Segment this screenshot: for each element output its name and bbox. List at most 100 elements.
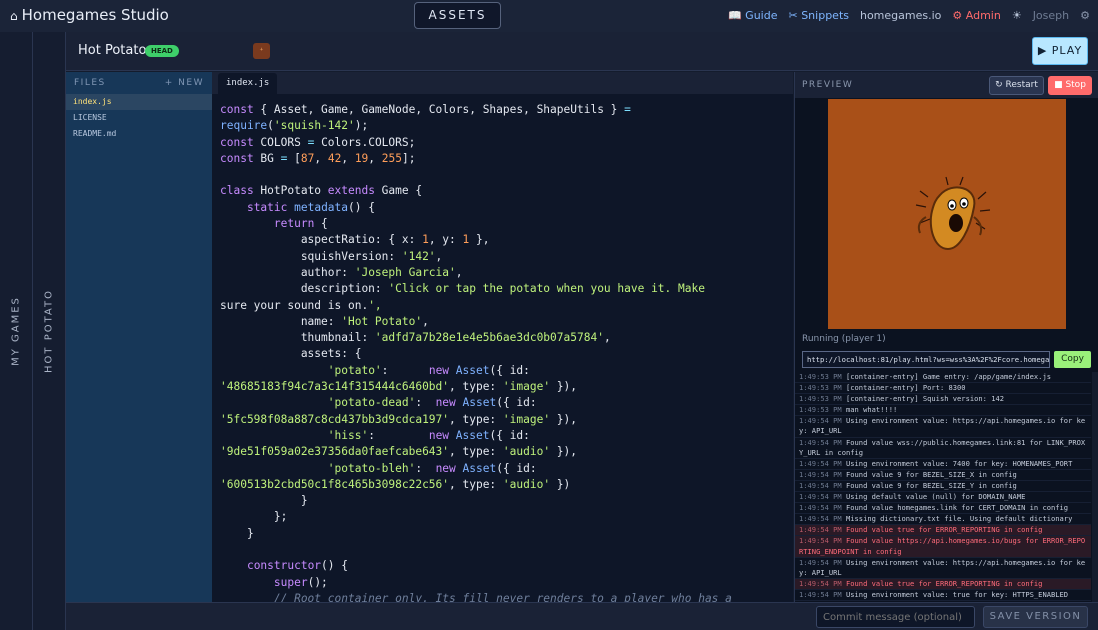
top-bar: ⌂ Homegames Studio ASSETS 📖 Guide ✂ Snipp… xyxy=(0,0,1098,32)
preview-header: PREVIEW ↻ Restart ■ Stop xyxy=(795,72,1098,98)
log-timestamp: 1:49:54 PM xyxy=(799,503,842,513)
editor-tabs: index.js xyxy=(212,72,793,94)
log-message: Found value true for ERROR_REPORTING in … xyxy=(841,578,1043,588)
game-header: Hot Potato HEAD ⁺ ▶ PLAY xyxy=(66,32,1098,71)
console-log[interactable]: 1:49:53 PM [container-entry] Game entry:… xyxy=(795,372,1091,602)
preview-title: PREVIEW xyxy=(802,80,854,90)
log-message: Found value 9 for BEZEL_SIZE_Y in config xyxy=(841,480,1017,490)
files-panel: FILES + NEW index.js LICENSE README.md xyxy=(66,72,212,602)
save-version-button[interactable]: SAVE VERSION xyxy=(983,606,1088,628)
log-row: 1:49:54 PM Found value true for ERROR_RE… xyxy=(795,578,1091,590)
log-row: 1:49:54 PM Missing dictionary.txt file. … xyxy=(795,514,1091,526)
log-timestamp: 1:49:53 PM xyxy=(799,394,842,404)
log-message: Found value wss://public.homegames.link:… xyxy=(799,437,1086,457)
game-title: Hot Potato xyxy=(78,43,147,58)
log-row: 1:49:54 PM Found value true for ERROR_RE… xyxy=(795,525,1091,537)
my-games-label: MY GAMES xyxy=(10,296,22,366)
home-icon: ⌂ xyxy=(10,9,18,23)
log-timestamp: 1:49:54 PM xyxy=(799,437,842,447)
file-item-readme[interactable]: README.md xyxy=(66,126,212,142)
my-games-tab[interactable]: MY GAMES xyxy=(0,32,33,630)
log-timestamp: 1:49:54 PM xyxy=(799,536,842,546)
log-message: Using environment value: 7400 for key: H… xyxy=(841,458,1073,468)
current-game-tab[interactable]: HOT POTATO xyxy=(33,32,66,630)
code-editor[interactable]: const { Asset, Game, GameNode, Colors, S… xyxy=(212,94,793,602)
snippets-link[interactable]: ✂ Snippets xyxy=(788,9,849,22)
potato-sprite[interactable] xyxy=(828,99,1066,329)
log-timestamp: 1:49:53 PM xyxy=(799,405,842,415)
assets-button[interactable]: ASSETS xyxy=(414,2,501,29)
log-message: Using default value (null) for DOMAIN_NA… xyxy=(841,492,1026,502)
log-timestamp: 1:49:53 PM xyxy=(799,372,842,381)
log-row: 1:49:54 PM Using environment value: 7400… xyxy=(795,459,1091,470)
log-timestamp: 1:49:54 PM xyxy=(799,458,842,468)
guide-link[interactable]: 📖 Guide xyxy=(728,9,778,22)
log-row: 1:49:54 PM Using default value (null) fo… xyxy=(795,492,1091,504)
code-content[interactable]: const { Asset, Game, GameNode, Colors, S… xyxy=(220,102,732,602)
play-button[interactable]: ▶ PLAY xyxy=(1032,37,1088,65)
log-row: 1:49:54 PM Found value homegames.link fo… xyxy=(795,503,1091,515)
restart-button[interactable]: ↻ Restart xyxy=(989,76,1044,95)
file-item-index-js[interactable]: index.js xyxy=(66,94,212,110)
log-row: 1:49:53 PM [container-entry] Port: 8300 xyxy=(795,383,1091,395)
log-message: Found value true for ERROR_REPORTING in … xyxy=(841,525,1043,535)
commit-message-input[interactable] xyxy=(816,606,975,628)
log-row: 1:49:54 PM Found value https://api.homeg… xyxy=(795,536,1091,558)
log-row: 1:49:54 PM Using environment value: http… xyxy=(795,558,1091,579)
editor-tab-index-js[interactable]: index.js xyxy=(218,73,278,94)
branch-icon: ⁺ xyxy=(259,46,264,55)
log-row: 1:49:54 PM Using environment value: http… xyxy=(795,416,1091,438)
brand[interactable]: ⌂ Homegames Studio xyxy=(10,6,169,24)
top-nav: 📖 Guide ✂ Snippets homegames.io ⚙ Admin … xyxy=(728,9,1090,22)
log-message: [container-entry] Game entry: /app/game/… xyxy=(841,372,1051,381)
copy-url-button[interactable]: Copy xyxy=(1054,351,1091,368)
log-message: Found value https://api.homegames.io/bug… xyxy=(799,536,1086,556)
preview-panel: PREVIEW ↻ Restart ■ Stop Running (player… xyxy=(794,72,1098,602)
log-timestamp: 1:49:54 PM xyxy=(799,601,842,602)
running-status: Running (player 1) xyxy=(802,334,886,344)
settings-gear-icon[interactable]: ⚙ xyxy=(1080,9,1090,22)
log-timestamp: 1:49:54 PM xyxy=(799,557,842,567)
log-message: Found value 9 for BEZEL_SIZE_X in config xyxy=(841,469,1017,479)
branch-menu-button[interactable]: ⁺ xyxy=(253,43,270,59)
log-timestamp: 1:49:54 PM xyxy=(799,492,842,502)
log-row: 1:49:54 PM what in the hell xyxy=(795,601,1091,602)
theme-toggle-icon[interactable]: ☀ xyxy=(1012,9,1022,22)
log-timestamp: 1:49:54 PM xyxy=(799,589,842,599)
log-message: man what!!!! xyxy=(841,405,898,415)
log-timestamp: 1:49:54 PM xyxy=(799,469,842,479)
new-file-button[interactable]: + NEW xyxy=(165,78,204,88)
brand-title: Homegames Studio xyxy=(21,6,169,24)
log-message: [container-entry] Port: 8300 xyxy=(841,383,966,393)
log-message: what in the hell xyxy=(842,601,914,602)
log-row: 1:49:53 PM [container-entry] Game entry:… xyxy=(795,372,1091,384)
admin-link[interactable]: ⚙ Admin xyxy=(952,9,1000,22)
log-timestamp: 1:49:54 PM xyxy=(799,514,842,524)
stop-button[interactable]: ■ Stop xyxy=(1048,76,1092,95)
log-message: Using environment value: https://api.hom… xyxy=(799,416,1086,436)
current-game-label: HOT POTATO xyxy=(43,289,55,373)
log-timestamp: 1:49:53 PM xyxy=(799,383,842,393)
log-timestamp: 1:49:54 PM xyxy=(799,578,842,588)
log-timestamp: 1:49:54 PM xyxy=(799,480,842,490)
homegames-link[interactable]: homegames.io xyxy=(860,9,941,22)
branch-badge[interactable]: HEAD xyxy=(145,45,179,57)
log-row: 1:49:54 PM Found value 9 for BEZEL_SIZE_… xyxy=(795,480,1091,493)
log-row: 1:49:53 PM [container-entry] Squish vers… xyxy=(795,394,1091,406)
bottom-bar: SAVE VERSION xyxy=(66,602,1098,630)
file-item-license[interactable]: LICENSE xyxy=(66,110,212,126)
play-url-field[interactable]: http://localhost:81/play.html?ws=wss%3A%… xyxy=(802,351,1050,368)
log-message: Missing dictionary.txt file. Using defau… xyxy=(841,514,1073,524)
game-canvas[interactable] xyxy=(828,99,1066,329)
log-message: Using environment value: https://api.hom… xyxy=(799,557,1086,577)
log-scrollbar[interactable] xyxy=(1092,372,1098,602)
files-title: FILES xyxy=(74,78,106,88)
log-message: Found value homegames.link for CERT_DOMA… xyxy=(841,503,1069,513)
log-row: 1:49:54 PM Found value wss://public.home… xyxy=(795,438,1091,459)
log-timestamp: 1:49:54 PM xyxy=(799,416,842,426)
files-header: FILES + NEW xyxy=(66,72,212,94)
user-name[interactable]: Joseph xyxy=(1033,9,1069,22)
log-row: 1:49:54 PM Found value 9 for BEZEL_SIZE_… xyxy=(795,470,1091,481)
log-row: 1:49:53 PM man what!!!! xyxy=(795,405,1091,417)
log-timestamp: 1:49:54 PM xyxy=(799,525,842,535)
